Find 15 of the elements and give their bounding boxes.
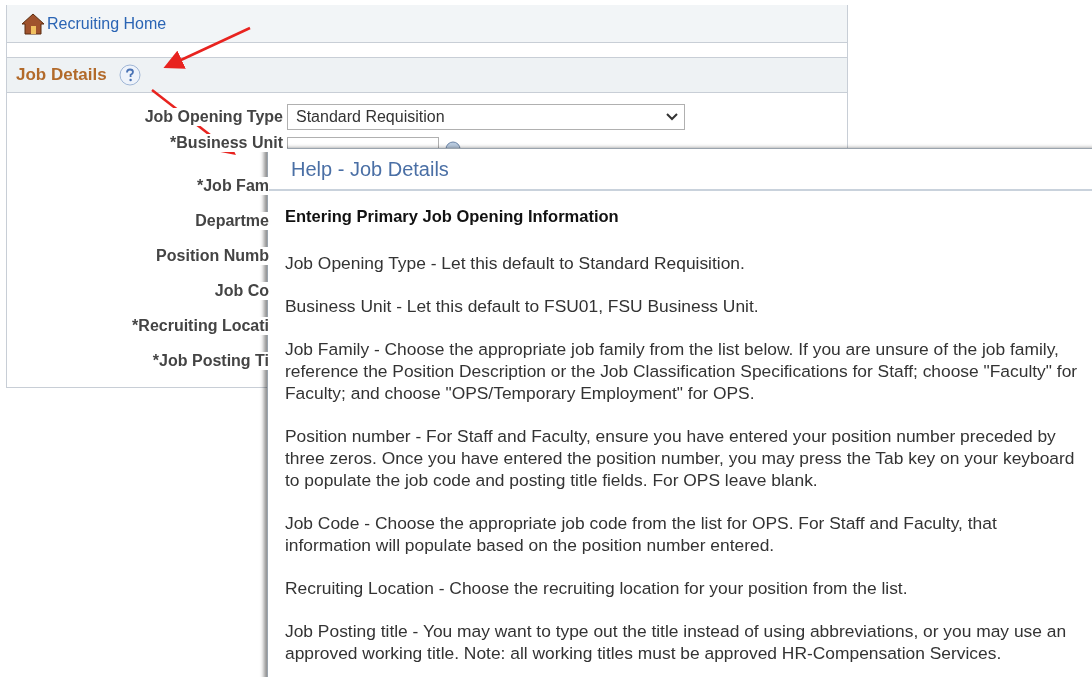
help-paragraph: Recruiting Location - Choose the recruiting location for your position from the list. bbox=[285, 577, 909, 599]
help-paragraph: Job Posting title - You may want to type out the title instead of using abbreviations, or you may use an approved working title. Note: all working titles must be approved HR-Compensation Services. bbox=[285, 620, 1068, 664]
help-paragraph: Position number - For Staff and Faculty, ensure you have entered your position number preceded by three zeros. Once you have entered the position number, you may press the Tab key on your keyboard to populate the job code and posting title fields. For OPS leave blank. bbox=[285, 425, 1076, 491]
help-heading: Entering Primary Job Opening Information bbox=[285, 207, 620, 226]
help-paragraph: Business Unit - Let this default to FSU01, FSU Business Unit. bbox=[285, 295, 760, 317]
dialog-title: Help - Job Details bbox=[268, 149, 1092, 191]
help-paragraph: Job Family - Choose the appropriate job family from the list below. If you are unsure of the job family, reference the Position Description or the Job Classification Specifications for Staff; choose "Faculty" for Faculty; and choose "OPS/Temporary Employment" for OPS. bbox=[285, 338, 1079, 404]
house-icon bbox=[21, 12, 45, 35]
recruiting-home-link[interactable]: Recruiting Home bbox=[47, 14, 167, 33]
job-opening-type-dropdown[interactable]: Standard Requisition bbox=[287, 103, 685, 130]
help-icon[interactable] bbox=[118, 64, 141, 86]
caret-icon bbox=[666, 112, 678, 121]
help-paragraph: Job Code - Choose the appropriate job code from the list for OPS. For Staff and Faculty, that information will populate based on the position number entered. bbox=[285, 512, 998, 556]
help-paragraph: Job Opening Type - Let this default to Standard Requisition. bbox=[285, 252, 746, 274]
section-title: Job Details bbox=[16, 65, 107, 85]
